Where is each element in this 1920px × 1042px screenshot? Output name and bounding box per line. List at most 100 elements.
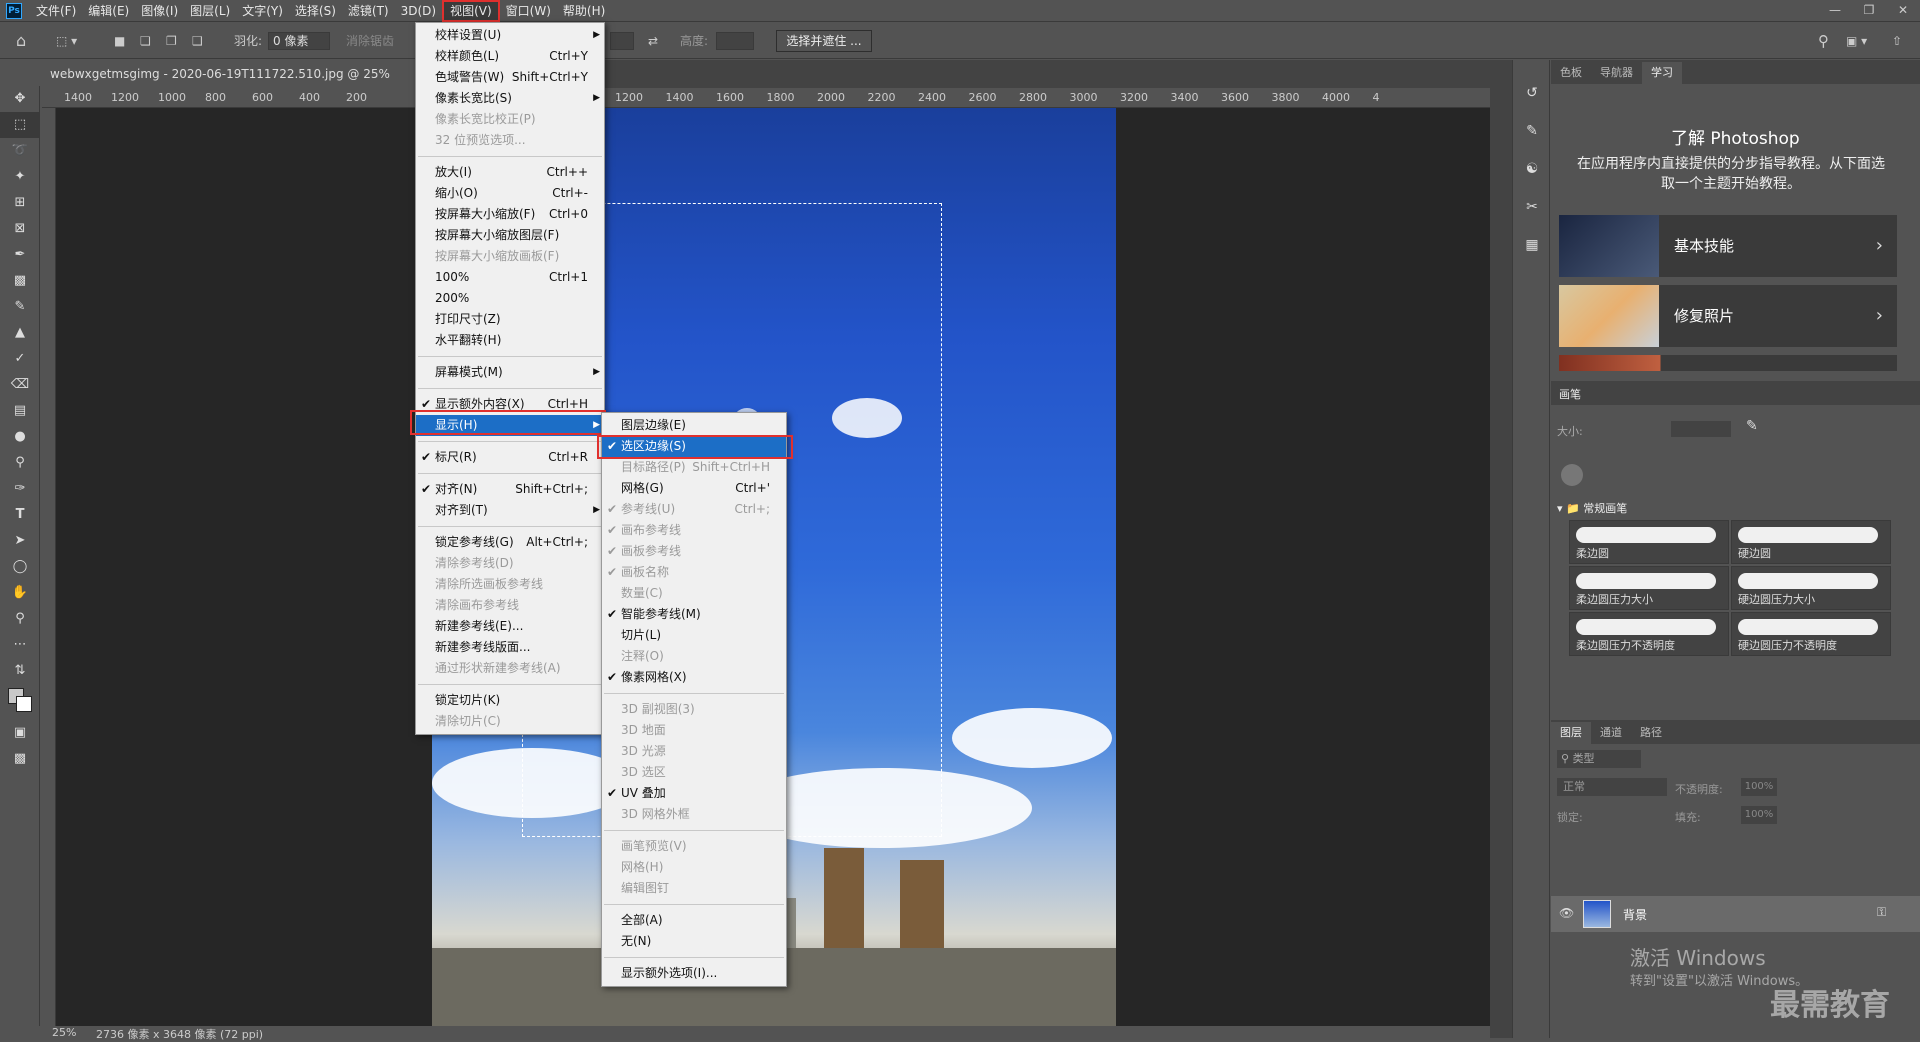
status-zoom[interactable]: 25%	[52, 1026, 76, 1039]
panel-tab[interactable]: 路径	[1631, 722, 1671, 744]
menu-item[interactable]: 显示额外选项(I)...	[602, 963, 786, 984]
subtract-selection-icon[interactable]: ❐	[166, 23, 177, 59]
feather-input[interactable]: 0 像素	[268, 32, 330, 50]
panel-tab[interactable]: 色板	[1551, 62, 1591, 84]
menu-item[interactable]: 新建参考线版面...	[416, 637, 604, 658]
menu-item-6[interactable]: 滤镜(T)	[342, 0, 395, 22]
menu-item[interactable]: ✔ 智能参考线(M)	[602, 604, 786, 625]
menu-item[interactable]: 对齐到(T) ▶	[416, 500, 604, 521]
panel-tab[interactable]: 通道	[1591, 722, 1631, 744]
type-tool-icon[interactable]: T	[0, 502, 40, 528]
menu-item-8[interactable]: 视图(V)	[442, 0, 500, 22]
move-tool-icon[interactable]: ✥	[0, 86, 40, 112]
menu-item[interactable]: ✔ 标尺(R) Ctrl+R	[416, 447, 604, 468]
menu-item[interactable]: 按屏幕大小缩放(F) Ctrl+0	[416, 204, 604, 225]
swap-colors-icon[interactable]: ⇅	[0, 658, 40, 684]
marquee-tool-icon[interactable]: ⬚	[0, 112, 40, 138]
brush-preset[interactable]: 柔边圆压力不透明度	[1569, 612, 1729, 656]
layer-kind-filter[interactable]: ⚲ 类型	[1557, 750, 1641, 768]
menu-item[interactable]: 无(N)	[602, 931, 786, 952]
brush-size-input[interactable]	[1671, 421, 1731, 437]
brush-settings-icon[interactable]: ✎	[1513, 112, 1551, 150]
menu-item[interactable]: ✔ 像素网格(X)	[602, 667, 786, 688]
brush-preset[interactable]: 硬边圆压力不透明度	[1731, 612, 1891, 656]
workspace-icon[interactable]: ▣ ▾	[1846, 23, 1867, 59]
add-selection-icon[interactable]: ❏	[140, 23, 151, 59]
menu-item[interactable]: 锁定参考线(G) Alt+Ctrl+;	[416, 532, 604, 553]
menu-item[interactable]: 缩小(O) Ctrl+-	[416, 183, 604, 204]
menu-item-4[interactable]: 文字(Y)	[236, 0, 289, 22]
menu-item[interactable]: 按屏幕大小缩放图层(F)	[416, 225, 604, 246]
menu-item[interactable]: 200%	[416, 288, 604, 309]
ellipse-tool-icon[interactable]: ◯	[0, 554, 40, 580]
more-tools-icon[interactable]: ⋯	[0, 632, 40, 658]
intersect-selection-icon[interactable]: ❑	[192, 23, 203, 59]
close-icon[interactable]: ✕	[1886, 0, 1920, 20]
width-input[interactable]	[610, 32, 634, 50]
magic-wand-tool-icon[interactable]: ✦	[0, 164, 40, 190]
stamp-tool-icon[interactable]: ▲	[0, 320, 40, 346]
brush-panel-tab[interactable]: 画笔	[1559, 386, 1581, 402]
panel-collapse-strip[interactable]	[1490, 60, 1512, 1038]
menu-item-7[interactable]: 3D(D)	[395, 0, 442, 22]
brush-preset[interactable]: 柔边圆压力大小	[1569, 566, 1729, 610]
dodge-tool-icon[interactable]: ⚲	[0, 450, 40, 476]
eyedropper-tool-icon[interactable]: ✒	[0, 242, 40, 268]
zoom-tool-icon[interactable]: ⚲	[0, 606, 40, 632]
home-icon[interactable]: ⌂	[16, 23, 26, 59]
antialias-checkbox-label[interactable]: 消除锯齿	[346, 23, 394, 59]
share-icon[interactable]: ⇧	[1892, 23, 1902, 59]
brush-preset[interactable]: 柔边圆	[1569, 520, 1729, 564]
swap-icon[interactable]: ⇄	[648, 23, 658, 59]
menu-item[interactable]: 锁定切片(K)	[416, 690, 604, 711]
menu-item[interactable]: 校样设置(U) ▶	[416, 25, 604, 46]
menu-item-3[interactable]: 图层(L)	[184, 0, 236, 22]
menu-item[interactable]: 网格(G) Ctrl+'	[602, 478, 786, 499]
menu-item[interactable]: 切片(L)	[602, 625, 786, 646]
marquee-preset-icon[interactable]: ⬚ ▾	[56, 23, 77, 59]
eraser-tool-icon[interactable]: ⌫	[0, 372, 40, 398]
menu-item[interactable]: 校样颜色(L) Ctrl+Y	[416, 46, 604, 67]
screen-mode-icon[interactable]: ▩	[0, 746, 40, 772]
menu-item[interactable]: 色域警告(W) Shift+Ctrl+Y	[416, 67, 604, 88]
properties-icon[interactable]: ▦	[1513, 226, 1551, 264]
menu-item-9[interactable]: 窗口(W)	[500, 0, 557, 22]
panel-tab[interactable]: 学习	[1642, 62, 1682, 84]
layer-row-background[interactable]: 👁 背景 ⚿	[1551, 896, 1920, 932]
learn-card-partial[interactable]	[1559, 355, 1897, 371]
menu-item[interactable]: 打印尺寸(Z)	[416, 309, 604, 330]
pen-tool-icon[interactable]: ✑	[0, 476, 40, 502]
new-selection-icon[interactable]: ■	[114, 23, 125, 59]
fill-input[interactable]: 100%	[1741, 806, 1777, 824]
tools-preset-icon[interactable]: ✂	[1513, 188, 1551, 226]
menu-item[interactable]: ✔ 对齐(N) Shift+Ctrl+;	[416, 479, 604, 500]
menu-item[interactable]: 像素长宽比(S) ▶	[416, 88, 604, 109]
opacity-input[interactable]: 100%	[1741, 778, 1777, 796]
history-panel-icon[interactable]: ↺	[1513, 74, 1551, 112]
menu-item-1[interactable]: 编辑(E)	[82, 0, 135, 22]
menu-item-10[interactable]: 帮助(H)	[557, 0, 611, 22]
panel-tab[interactable]: 导航器	[1591, 62, 1642, 84]
path-select-tool-icon[interactable]: ➤	[0, 528, 40, 554]
minimize-icon[interactable]: —	[1818, 0, 1852, 20]
background-color[interactable]	[16, 696, 32, 712]
color-swatches[interactable]	[0, 684, 40, 720]
menu-item[interactable]: 水平翻转(H)	[416, 330, 604, 351]
ruler-horizontal[interactable]: 1400120010008006004002008001000120014001…	[42, 88, 1490, 108]
search-icon[interactable]: ⚲	[1818, 23, 1829, 59]
blend-mode-select[interactable]: 正常	[1557, 778, 1667, 796]
menu-item[interactable]: 图层边缘(E)	[602, 415, 786, 436]
clone-source-icon[interactable]: ☯	[1513, 150, 1551, 188]
brush-new-icon[interactable]: ✎	[1746, 418, 1758, 434]
learn-card-fix-photos[interactable]: 修复照片 ›	[1559, 285, 1897, 347]
quick-mask-icon[interactable]: ▣	[0, 720, 40, 746]
eye-icon[interactable]: 👁	[1559, 906, 1574, 920]
lasso-tool-icon[interactable]: ➰	[0, 138, 40, 164]
brush-preset[interactable]: 硬边圆	[1731, 520, 1891, 564]
restore-icon[interactable]: ❐	[1852, 0, 1886, 20]
history-brush-tool-icon[interactable]: ✓	[0, 346, 40, 372]
menu-item[interactable]: 新建参考线(E)...	[416, 616, 604, 637]
brush-preset[interactable]: 硬边圆压力大小	[1731, 566, 1891, 610]
hand-tool-icon[interactable]: ✋	[0, 580, 40, 606]
menu-item[interactable]: 放大(I) Ctrl++	[416, 162, 604, 183]
